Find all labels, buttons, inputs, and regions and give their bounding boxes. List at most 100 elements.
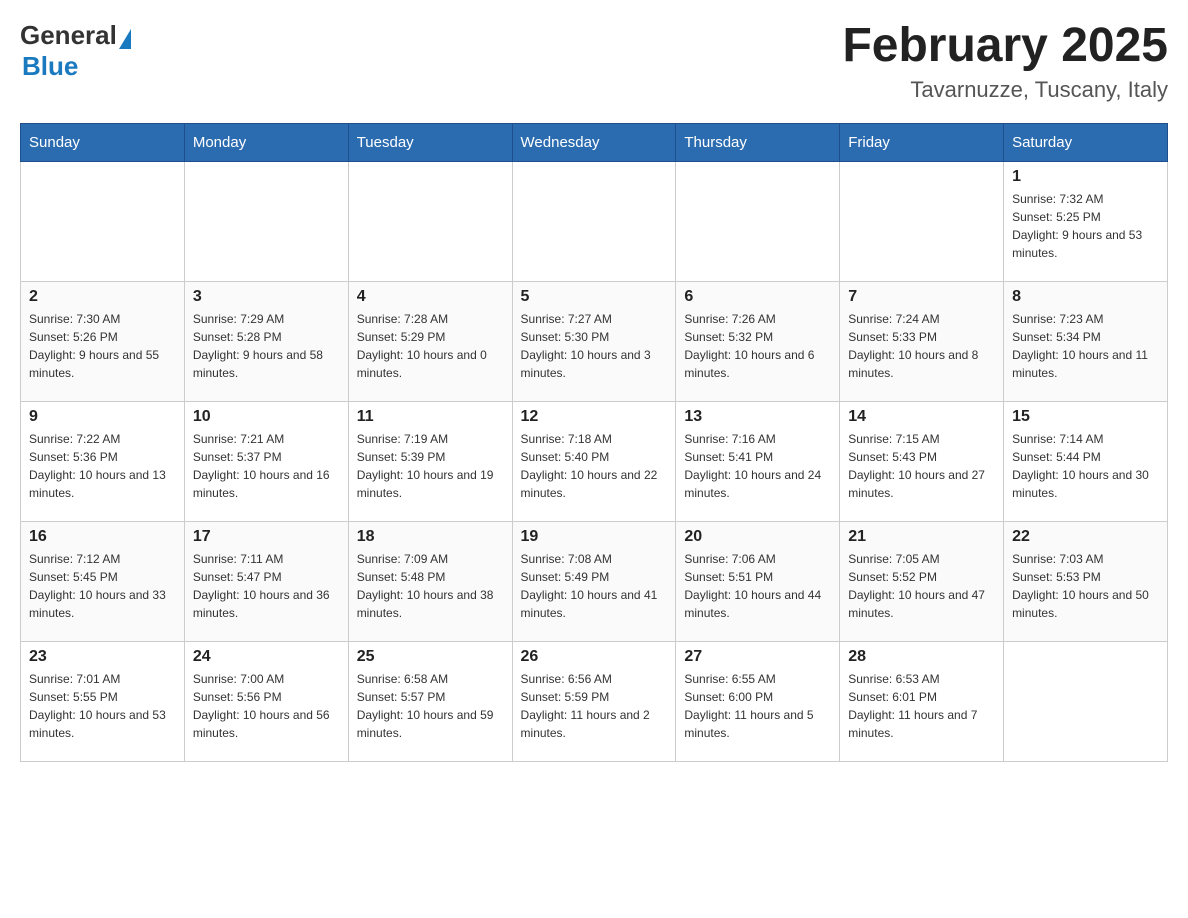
header-friday: Friday	[840, 123, 1004, 161]
calendar-cell: 17 Sunrise: 7:11 AM Sunset: 5:47 PM Dayli…	[184, 521, 348, 641]
calendar-cell	[21, 161, 185, 281]
day-info: Sunrise: 7:00 AM Sunset: 5:56 PM Dayligh…	[193, 670, 340, 742]
day-info: Sunrise: 7:18 AM Sunset: 5:40 PM Dayligh…	[521, 430, 668, 502]
calendar-cell: 25 Sunrise: 6:58 AM Sunset: 5:57 PM Dayli…	[348, 641, 512, 761]
calendar-cell: 12 Sunrise: 7:18 AM Sunset: 5:40 PM Dayli…	[512, 401, 676, 521]
header-monday: Monday	[184, 123, 348, 161]
calendar-cell: 24 Sunrise: 7:00 AM Sunset: 5:56 PM Dayli…	[184, 641, 348, 761]
day-info: Sunrise: 7:09 AM Sunset: 5:48 PM Dayligh…	[357, 550, 504, 622]
header-sunday: Sunday	[21, 123, 185, 161]
calendar-cell: 28 Sunrise: 6:53 AM Sunset: 6:01 PM Dayli…	[840, 641, 1004, 761]
day-number: 5	[521, 288, 668, 306]
calendar-cell: 19 Sunrise: 7:08 AM Sunset: 5:49 PM Dayli…	[512, 521, 676, 641]
day-number: 19	[521, 528, 668, 546]
week-row-2: 9Sunrise: 7:22 AM Sunset: 5:36 PM Daylig…	[21, 401, 1168, 521]
day-number: 21	[848, 528, 995, 546]
day-info: Sunrise: 7:27 AM Sunset: 5:30 PM Dayligh…	[521, 310, 668, 382]
day-info: Sunrise: 7:26 AM Sunset: 5:32 PM Dayligh…	[684, 310, 831, 382]
day-info: Sunrise: 7:16 AM Sunset: 5:41 PM Dayligh…	[684, 430, 831, 502]
day-number: 17	[193, 528, 340, 546]
day-info: Sunrise: 7:21 AM Sunset: 5:37 PM Dayligh…	[193, 430, 340, 502]
calendar-cell	[348, 161, 512, 281]
week-row-1: 2 Sunrise: 7:30 AM Sunset: 5:26 PM Daylig…	[21, 281, 1168, 401]
day-info: Sunrise: 7:32 AM Sunset: 5:25 PM Dayligh…	[1012, 190, 1159, 262]
page-title: February 2025	[842, 20, 1168, 73]
calendar-cell: 18 Sunrise: 7:09 AM Sunset: 5:48 PM Dayli…	[348, 521, 512, 641]
day-number: 11	[357, 408, 504, 426]
header-thursday: Thursday	[676, 123, 840, 161]
calendar-cell: 15 Sunrise: 7:14 AM Sunset: 5:44 PM Dayli…	[1004, 401, 1168, 521]
week-row-3: 16 Sunrise: 7:12 AM Sunset: 5:45 PM Dayli…	[21, 521, 1168, 641]
day-info: Sunrise: 6:58 AM Sunset: 5:57 PM Dayligh…	[357, 670, 504, 742]
day-number: 2	[29, 288, 176, 306]
day-info: Sunrise: 7:01 AM Sunset: 5:55 PM Dayligh…	[29, 670, 176, 742]
day-info: Sunrise: 7:15 AM Sunset: 5:43 PM Dayligh…	[848, 430, 995, 502]
day-number: 25	[357, 648, 504, 666]
calendar-table: SundayMondayTuesdayWednesdayThursdayFrid…	[20, 123, 1168, 762]
day-number: 13	[684, 408, 831, 426]
page-header: General Blue February 2025 Tavarnuzze, T…	[20, 20, 1168, 103]
day-number: 28	[848, 648, 995, 666]
calendar-cell	[184, 161, 348, 281]
header-saturday: Saturday	[1004, 123, 1168, 161]
day-info: Sunrise: 7:14 AM Sunset: 5:44 PM Dayligh…	[1012, 430, 1159, 502]
day-number: 6	[684, 288, 831, 306]
day-info: Sunrise: 7:06 AM Sunset: 5:51 PM Dayligh…	[684, 550, 831, 622]
day-info: Sunrise: 7:30 AM Sunset: 5:26 PM Dayligh…	[29, 310, 176, 382]
logo-general-text: General Blue	[20, 20, 133, 82]
calendar-cell	[1004, 641, 1168, 761]
header-tuesday: Tuesday	[348, 123, 512, 161]
day-info: Sunrise: 7:11 AM Sunset: 5:47 PM Dayligh…	[193, 550, 340, 622]
calendar-cell: 16 Sunrise: 7:12 AM Sunset: 5:45 PM Dayli…	[21, 521, 185, 641]
logo: General Blue	[20, 20, 133, 82]
page-subtitle: Tavarnuzze, Tuscany, Italy	[842, 77, 1168, 103]
day-number: 18	[357, 528, 504, 546]
day-number: 20	[684, 528, 831, 546]
week-row-0: 1 Sunrise: 7:32 AM Sunset: 5:25 PM Daylig…	[21, 161, 1168, 281]
week-row-4: 23 Sunrise: 7:01 AM Sunset: 5:55 PM Dayli…	[21, 641, 1168, 761]
header-wednesday: Wednesday	[512, 123, 676, 161]
calendar-cell	[512, 161, 676, 281]
day-info: Sunrise: 7:05 AM Sunset: 5:52 PM Dayligh…	[848, 550, 995, 622]
calendar-cell: 11 Sunrise: 7:19 AM Sunset: 5:39 PM Dayli…	[348, 401, 512, 521]
day-info: Sunrise: 7:28 AM Sunset: 5:29 PM Dayligh…	[357, 310, 504, 382]
calendar-cell	[840, 161, 1004, 281]
day-number: 26	[521, 648, 668, 666]
calendar-cell: 26Sunrise: 6:56 AM Sunset: 5:59 PM Dayli…	[512, 641, 676, 761]
day-info: Sunrise: 6:53 AM Sunset: 6:01 PM Dayligh…	[848, 670, 995, 742]
title-block: February 2025 Tavarnuzze, Tuscany, Italy	[842, 20, 1168, 103]
day-info: Sunrise: 7:12 AM Sunset: 5:45 PM Dayligh…	[29, 550, 176, 622]
calendar-cell: 2 Sunrise: 7:30 AM Sunset: 5:26 PM Daylig…	[21, 281, 185, 401]
calendar-cell: 10 Sunrise: 7:21 AM Sunset: 5:37 PM Dayli…	[184, 401, 348, 521]
day-number: 7	[848, 288, 995, 306]
day-number: 23	[29, 648, 176, 666]
day-info: Sunrise: 7:19 AM Sunset: 5:39 PM Dayligh…	[357, 430, 504, 502]
day-number: 22	[1012, 528, 1159, 546]
day-number: 12	[521, 408, 668, 426]
calendar-cell: 1 Sunrise: 7:32 AM Sunset: 5:25 PM Daylig…	[1004, 161, 1168, 281]
calendar-cell	[676, 161, 840, 281]
logo-text-general: General	[20, 20, 117, 50]
calendar-cell: 27Sunrise: 6:55 AM Sunset: 6:00 PM Dayli…	[676, 641, 840, 761]
calendar-cell: 4 Sunrise: 7:28 AM Sunset: 5:29 PM Daylig…	[348, 281, 512, 401]
day-info: Sunrise: 7:23 AM Sunset: 5:34 PM Dayligh…	[1012, 310, 1159, 382]
day-number: 24	[193, 648, 340, 666]
day-number: 8	[1012, 288, 1159, 306]
calendar-cell: 22Sunrise: 7:03 AM Sunset: 5:53 PM Dayli…	[1004, 521, 1168, 641]
day-number: 1	[1012, 168, 1159, 186]
day-number: 14	[848, 408, 995, 426]
calendar-cell: 6 Sunrise: 7:26 AM Sunset: 5:32 PM Daylig…	[676, 281, 840, 401]
logo-text-blue: Blue	[22, 51, 78, 81]
day-info: Sunrise: 7:24 AM Sunset: 5:33 PM Dayligh…	[848, 310, 995, 382]
day-number: 4	[357, 288, 504, 306]
calendar-cell: 7 Sunrise: 7:24 AM Sunset: 5:33 PM Daylig…	[840, 281, 1004, 401]
day-number: 15	[1012, 408, 1159, 426]
calendar-cell: 14 Sunrise: 7:15 AM Sunset: 5:43 PM Dayli…	[840, 401, 1004, 521]
logo-triangle-icon	[119, 29, 131, 49]
day-info: Sunrise: 7:08 AM Sunset: 5:49 PM Dayligh…	[521, 550, 668, 622]
day-info: Sunrise: 6:55 AM Sunset: 6:00 PM Dayligh…	[684, 670, 831, 742]
calendar-cell: 20 Sunrise: 7:06 AM Sunset: 5:51 PM Dayli…	[676, 521, 840, 641]
day-number: 16	[29, 528, 176, 546]
calendar-cell: 8 Sunrise: 7:23 AM Sunset: 5:34 PM Daylig…	[1004, 281, 1168, 401]
day-number: 10	[193, 408, 340, 426]
